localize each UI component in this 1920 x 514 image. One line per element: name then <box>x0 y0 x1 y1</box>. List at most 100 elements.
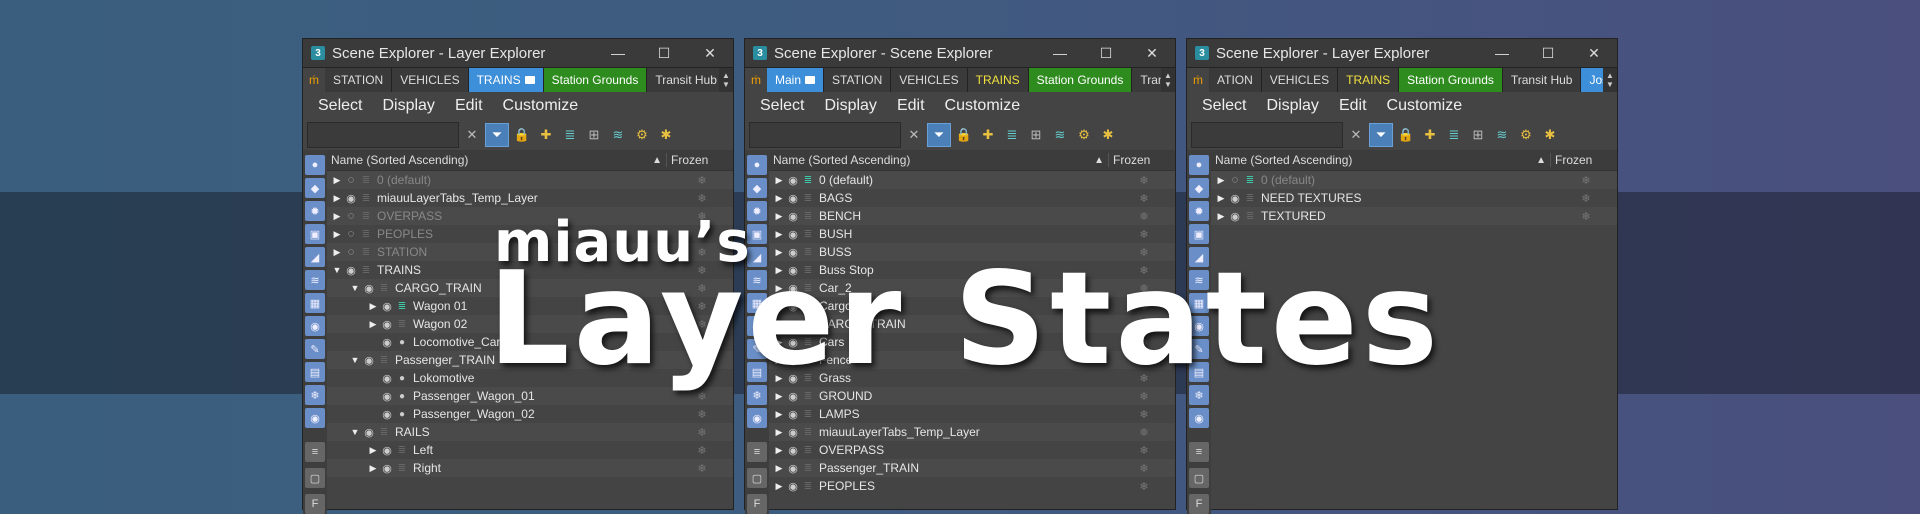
tab-vehicles[interactable]: VEHICLES <box>891 68 968 92</box>
freeze-toggle-icon[interactable]: ❄ <box>1113 192 1175 205</box>
lock-icon[interactable]: 🔒 <box>953 124 975 146</box>
tab-station[interactable]: STATION <box>325 68 393 92</box>
layers-icon[interactable]: ≋ <box>1491 124 1513 146</box>
eye-icon[interactable]: ◉ <box>361 354 377 367</box>
freeze-toggle-icon[interactable]: ❄ <box>671 444 733 457</box>
eye-icon[interactable]: ◉ <box>379 390 395 403</box>
tab-transit-hub[interactable]: Transit Hub <box>1502 68 1582 92</box>
search-input[interactable] <box>1191 122 1343 148</box>
eye-icon[interactable]: ◉ <box>785 426 801 439</box>
menu-customize[interactable]: Customize <box>503 97 579 115</box>
menu-display[interactable]: Display <box>382 97 434 115</box>
freeze-toggle-icon[interactable]: ❄ <box>1113 210 1175 223</box>
hierarchy-icon[interactable]: ⊞ <box>583 124 605 146</box>
add-layer-icon[interactable]: ✚ <box>1419 124 1441 146</box>
maximize-icon[interactable]: ☐ <box>641 45 687 62</box>
tree-row[interactable]: ▶ ◉ ≣ LAMPS ❄ <box>769 405 1175 423</box>
close-icon[interactable]: ✕ <box>1129 45 1175 62</box>
menu-edit[interactable]: Edit <box>1339 97 1367 115</box>
eye-icon[interactable]: ◉ <box>343 264 359 277</box>
eye-icon[interactable]: ◉ <box>379 372 395 385</box>
tabs-menu-icon[interactable]: ṁ <box>303 68 325 92</box>
tab-station-grounds[interactable]: Station Grounds <box>543 68 648 92</box>
file-icon[interactable]: F <box>1189 494 1209 514</box>
eye-icon[interactable]: ◉ <box>379 462 395 475</box>
expand-icon[interactable]: ▶ <box>1215 175 1227 186</box>
filter-icon[interactable]: ⏷ <box>927 123 951 147</box>
eye-icon[interactable]: ◉ <box>305 408 325 428</box>
eye-icon[interactable]: ◉ <box>1227 210 1243 223</box>
minimize-icon[interactable]: — <box>1037 45 1083 61</box>
menu-customize[interactable]: Customize <box>945 97 1021 115</box>
column-frozen[interactable]: Frozen <box>1550 153 1617 167</box>
eye-icon[interactable]: ◉ <box>785 192 801 205</box>
circle-icon[interactable]: ● <box>747 155 767 175</box>
eye-icon[interactable]: ◉ <box>785 174 801 187</box>
eye-icon[interactable]: ◉ <box>379 444 395 457</box>
eye-icon[interactable]: ◉ <box>785 462 801 475</box>
group-icon[interactable]: ▦ <box>305 293 325 313</box>
expand-icon[interactable]: ▶ <box>773 175 785 186</box>
column-name[interactable]: Name (Sorted Ascending) <box>1211 153 1536 167</box>
freeze-icon[interactable]: ✱ <box>1539 124 1561 146</box>
hierarchy-icon[interactable]: ⊞ <box>1467 124 1489 146</box>
file-icon[interactable]: F <box>747 494 767 514</box>
tabs-menu-icon[interactable]: ṁ <box>1187 68 1209 92</box>
tree-row[interactable]: ▶ ◉ ≣ Passenger_TRAIN ❄ <box>769 459 1175 477</box>
collapse-icon[interactable]: ▼ <box>331 265 343 275</box>
eye-icon[interactable]: ◉ <box>379 300 395 313</box>
freeze-toggle-icon[interactable]: ❄ <box>671 426 733 439</box>
expand-icon[interactable]: ▶ <box>331 211 343 222</box>
collapse-icon[interactable]: ▼ <box>349 283 361 293</box>
freeze-toggle-icon[interactable]: ❄ <box>671 192 733 205</box>
eye-icon[interactable]: ◉ <box>785 444 801 457</box>
tree-row[interactable]: ▼ ◉ ≣ RAILS ❄ <box>327 423 733 441</box>
tree-row[interactable]: ▶ ◉ ≣ OVERPASS ❄ <box>769 441 1175 459</box>
tab-scroll-arrows[interactable]: ▲ ▼ <box>719 68 733 92</box>
close-icon[interactable]: ✕ <box>1571 45 1617 62</box>
freeze-toggle-icon[interactable]: ❄ <box>671 174 733 187</box>
circle-icon[interactable]: ● <box>305 155 325 175</box>
tab-trains[interactable]: TRAINS <box>1338 68 1400 92</box>
tree-row[interactable]: ▶ ◉ ≣ NEED TEXTURES ❄ <box>1211 189 1617 207</box>
eye-icon[interactable]: ◉ <box>361 282 377 295</box>
settings-icon[interactable]: ⚙ <box>1515 124 1537 146</box>
tabs-menu-icon[interactable]: ṁ <box>745 68 767 92</box>
collapse-icon[interactable]: ▼ <box>349 355 361 365</box>
freeze-toggle-icon[interactable]: ❄ <box>671 462 733 475</box>
expand-icon[interactable]: ▶ <box>773 211 785 222</box>
layer-stack-icon[interactable]: ≣ <box>1443 124 1465 146</box>
layer-stack-icon[interactable]: ≣ <box>1001 124 1023 146</box>
light-icon[interactable]: ✹ <box>305 201 325 221</box>
add-layer-icon[interactable]: ✚ <box>977 124 999 146</box>
hierarchy-icon[interactable]: ⊞ <box>1025 124 1047 146</box>
container-icon[interactable]: ▤ <box>305 362 325 382</box>
maximize-icon[interactable]: ☐ <box>1525 45 1571 62</box>
eye-hidden-icon[interactable]: ◌ <box>343 174 359 186</box>
expand-icon[interactable]: ▶ <box>331 175 343 186</box>
expand-icon[interactable]: ▶ <box>367 319 379 330</box>
menu-edit[interactable]: Edit <box>897 97 925 115</box>
menu-display[interactable]: Display <box>1266 97 1318 115</box>
tab-scroll-arrows[interactable]: ▲ ▼ <box>1603 68 1617 92</box>
spacewarp-icon[interactable]: ≋ <box>305 270 325 290</box>
add-layer-icon[interactable]: ✚ <box>535 124 557 146</box>
tree-row[interactable]: ▶ ◉ ≣ PEOPLES ❄ <box>769 477 1175 495</box>
layers-icon[interactable]: ≋ <box>1049 124 1071 146</box>
expand-icon[interactable]: ▶ <box>773 193 785 204</box>
freeze-toggle-icon[interactable]: ❄ <box>1113 444 1175 457</box>
tree-row[interactable]: ▶ ◉ ≣ BAGS ❄ <box>769 189 1175 207</box>
expand-icon[interactable]: ▶ <box>773 409 785 420</box>
clear-icon[interactable]: ✕ <box>461 124 483 146</box>
eye-icon[interactable]: ◉ <box>379 318 395 331</box>
tree-row[interactable]: ▶ ◉ ≣ miauuLayerTabs_Temp_Layer ❄ <box>327 189 733 207</box>
freeze-icon[interactable]: ✱ <box>655 124 677 146</box>
tab-ation[interactable]: ATION <box>1209 68 1262 92</box>
maximize-icon[interactable]: ☐ <box>1083 45 1129 62</box>
eye-icon[interactable]: ◉ <box>785 210 801 223</box>
expand-icon[interactable]: ▶ <box>773 427 785 438</box>
blank-icon[interactable]: ▢ <box>1189 468 1209 488</box>
eye-hidden-icon[interactable]: ◌ <box>1227 174 1243 186</box>
eye-icon[interactable]: ◉ <box>379 408 395 421</box>
minimize-icon[interactable]: — <box>595 45 641 61</box>
